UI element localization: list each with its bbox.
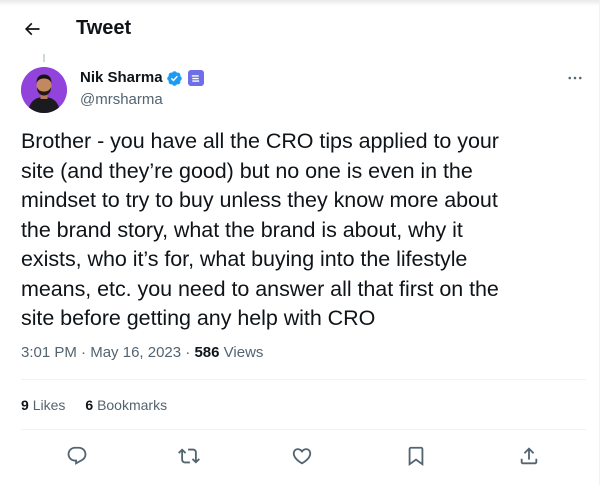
page-header: Tweet bbox=[0, 0, 600, 56]
likes-stat[interactable]: 9 Likes bbox=[21, 395, 65, 415]
bookmarks-label: Bookmarks bbox=[97, 397, 168, 413]
author-name[interactable]: Nik Sharma bbox=[80, 68, 163, 88]
share-button[interactable] bbox=[516, 443, 542, 469]
arrow-left-icon bbox=[24, 22, 40, 36]
author-handle[interactable]: @mrsharma bbox=[80, 90, 163, 110]
divider bbox=[21, 429, 586, 430]
reply-icon bbox=[67, 446, 87, 465]
share-icon bbox=[520, 447, 538, 465]
more-options-button[interactable] bbox=[564, 68, 586, 88]
retweet-icon bbox=[178, 448, 200, 464]
retweet-button[interactable] bbox=[176, 443, 202, 469]
meta-separator: · bbox=[185, 344, 191, 361]
tweet-page: Tweet Nik Sharma @mrsharma Brother - you… bbox=[0, 0, 600, 485]
tweet-meta: 3:01 PM · May 16, 2023 · 586 Views bbox=[21, 343, 263, 363]
views-label: Views bbox=[223, 344, 264, 361]
thread-connector-line bbox=[43, 54, 45, 62]
avatar[interactable] bbox=[21, 67, 67, 113]
page-title: Tweet bbox=[76, 17, 132, 39]
divider bbox=[21, 379, 586, 380]
tweet-time[interactable]: 3:01 PM bbox=[21, 344, 77, 361]
avatar-image bbox=[21, 67, 67, 113]
tweet-text: Brother - you have all the CRO tips appl… bbox=[21, 129, 499, 330]
bookmarks-stat[interactable]: 6 Bookmarks bbox=[85, 395, 167, 415]
meta-separator: · bbox=[81, 344, 87, 361]
tweet-stats: 9 Likes 6 Bookmarks bbox=[21, 395, 167, 415]
bookmarks-count: 6 bbox=[85, 397, 94, 413]
bookmark-button[interactable] bbox=[403, 443, 429, 469]
likes-label: Likes bbox=[32, 397, 66, 413]
bookmark-icon bbox=[408, 446, 424, 467]
like-icon bbox=[292, 448, 312, 465]
reply-button[interactable] bbox=[64, 443, 90, 469]
likes-count: 9 bbox=[21, 397, 29, 413]
verified-checkmark-icon[interactable] bbox=[166, 70, 183, 87]
more-horizontal-icon bbox=[568, 76, 582, 80]
affiliate-badge-icon[interactable] bbox=[187, 70, 204, 86]
like-button[interactable] bbox=[289, 443, 315, 469]
views-count: 586 bbox=[194, 344, 220, 361]
tweet-date[interactable]: May 16, 2023 bbox=[90, 344, 181, 361]
back-button[interactable] bbox=[18, 15, 46, 43]
author-name-row[interactable]: Nik Sharma bbox=[80, 68, 204, 88]
